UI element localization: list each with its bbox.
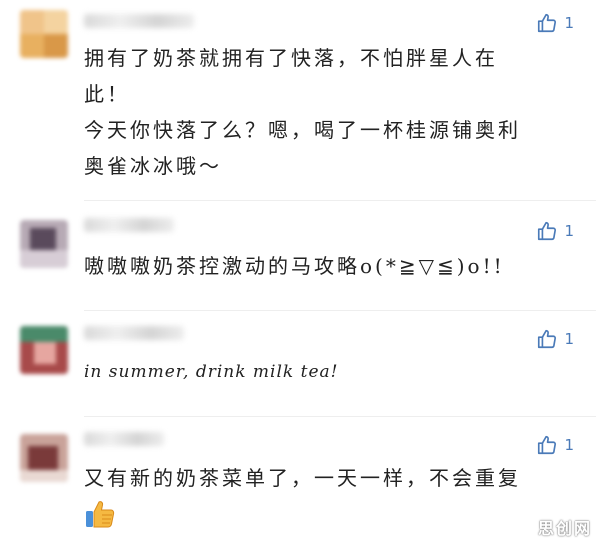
comment-line: in summer, drink milk tea!: [84, 362, 339, 382]
thumbs-up-outline-icon: [538, 329, 557, 349]
avatar[interactable]: [20, 220, 68, 268]
like-button[interactable]: 1: [536, 328, 574, 350]
like-count: 1: [564, 330, 574, 348]
comment-text: 嗷嗷嗷奶茶控激动的马攻略o(*≧▽≦)o!!: [84, 248, 554, 284]
thumbs-up-outline-icon: [538, 13, 557, 33]
divider: [84, 416, 596, 417]
avatar[interactable]: [20, 10, 68, 58]
avatar[interactable]: [20, 326, 68, 374]
divider: [84, 310, 596, 311]
username-blurred: [84, 326, 184, 340]
divider: [84, 200, 596, 201]
comment-text: in summer, drink milk tea!: [84, 354, 554, 390]
username-blurred: [84, 432, 164, 446]
comment-line: 今天你快落了么？嗯，喝了一杯桂源铺奥利: [84, 118, 521, 142]
like-count: 1: [564, 222, 574, 240]
comment-text: 又有新的奶茶菜单了，一天一样，不会重复: [84, 460, 554, 496]
thumbs-up-outline-icon: [538, 221, 557, 241]
like-button[interactable]: 1: [536, 12, 574, 34]
thumbs-up-emoji-icon: [86, 501, 115, 528]
like-count: 1: [564, 436, 574, 454]
username-blurred: [84, 14, 194, 28]
comment-line: 此！: [84, 82, 130, 106]
username-blurred: [84, 218, 174, 232]
like-count: 1: [564, 14, 574, 32]
like-button[interactable]: 1: [536, 220, 574, 242]
avatar[interactable]: [20, 434, 68, 482]
watermark: 思创网: [537, 519, 592, 538]
like-button[interactable]: 1: [536, 434, 574, 456]
comment-line: 奥雀冰冰哦～: [84, 154, 222, 178]
thumbs-up-outline-icon: [538, 435, 557, 455]
comment-text: 拥有了奶茶就拥有了快落，不怕胖星人在 此！ 今天你快落了么？嗯，喝了一杯桂源铺奥…: [84, 40, 554, 184]
comment-line: 又有新的奶茶菜单了，一天一样，不会重复: [84, 466, 521, 490]
comment-line: 嗷嗷嗷奶茶控激动的马攻略o(*≧▽≦)o!!: [84, 254, 505, 278]
comment-line: 拥有了奶茶就拥有了快落，不怕胖星人在: [84, 46, 498, 70]
